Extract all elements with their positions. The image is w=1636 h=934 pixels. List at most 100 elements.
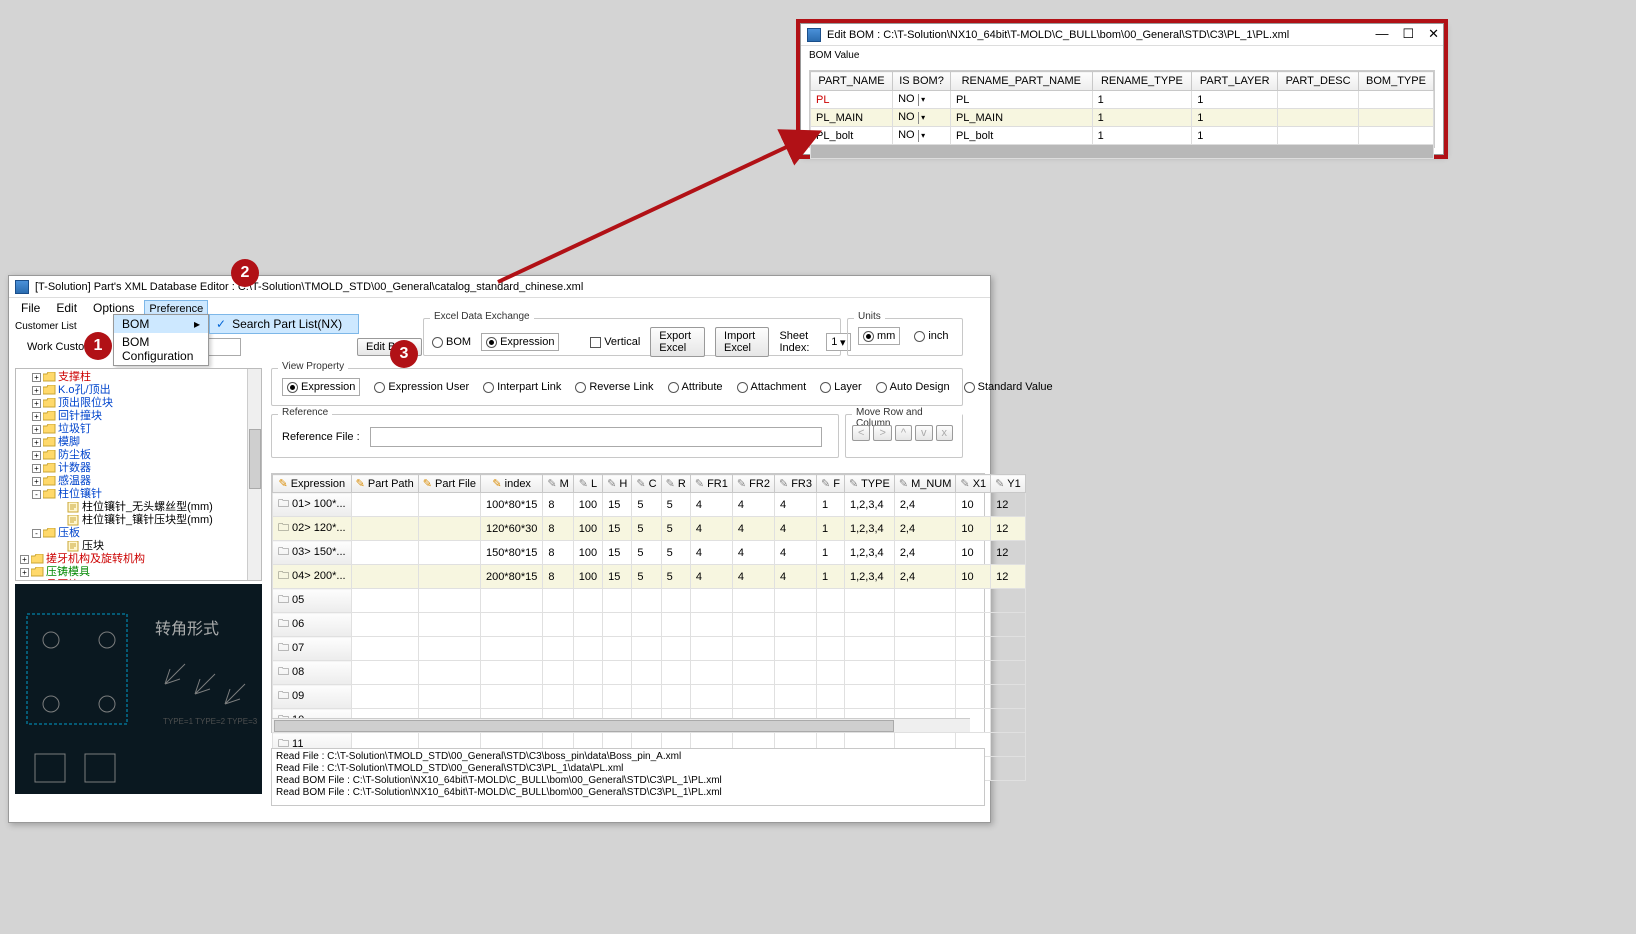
col-expression[interactable]: ✎ Expression bbox=[273, 475, 352, 493]
move-delete-button[interactable]: x bbox=[936, 425, 954, 441]
radio-mm[interactable]: mm bbox=[858, 327, 900, 345]
tree-item[interactable]: +计数器 bbox=[20, 462, 257, 475]
radio-vp-attachment[interactable]: Attachment bbox=[737, 378, 807, 396]
radio-inch[interactable]: inch bbox=[914, 327, 948, 345]
tree-scrollbar[interactable] bbox=[247, 369, 261, 580]
tree-scroll-thumb[interactable] bbox=[249, 429, 261, 489]
move-left-button[interactable]: < bbox=[852, 425, 870, 441]
table-row[interactable]: 🗀 04> 200*...200*80*158100155544411,2,3,… bbox=[273, 565, 1026, 589]
col-m_num[interactable]: ✎ M_NUM bbox=[894, 475, 956, 493]
expand-icon[interactable]: + bbox=[32, 464, 41, 473]
tree-item[interactable]: +防尘板 bbox=[20, 449, 257, 462]
main-titlebar[interactable]: [T-Solution] Part's XML Database Editor … bbox=[9, 276, 990, 298]
tree-item[interactable]: +搓牙机构及旋转机构 bbox=[20, 553, 257, 566]
bom-titlebar[interactable]: Edit BOM : C:\T-Solution\NX10_64bit\T-MO… bbox=[801, 24, 1443, 46]
radio-vp-reverse-link[interactable]: Reverse Link bbox=[575, 378, 653, 396]
table-row[interactable]: 🗀 09 bbox=[273, 685, 1026, 709]
grid-hscroll-thumb[interactable] bbox=[274, 720, 894, 732]
radio-vp-expression[interactable]: Expression bbox=[282, 378, 360, 396]
col-x1[interactable]: ✎ X1 bbox=[956, 475, 991, 493]
menu-file[interactable]: File bbox=[15, 300, 46, 318]
col-l[interactable]: ✎ L bbox=[573, 475, 602, 493]
collapse-icon[interactable]: - bbox=[32, 529, 41, 538]
expand-icon[interactable]: + bbox=[32, 477, 41, 486]
expand-icon[interactable]: + bbox=[32, 425, 41, 434]
col-f[interactable]: ✎ F bbox=[817, 475, 845, 493]
bom-col-bom_type[interactable]: BOM_TYPE bbox=[1358, 72, 1433, 91]
close-button[interactable]: ✕ bbox=[1428, 26, 1439, 42]
bom-col-is bom?[interactable]: IS BOM? bbox=[893, 72, 951, 91]
col-m[interactable]: ✎ M bbox=[543, 475, 573, 493]
import-excel-button[interactable]: Import Excel bbox=[715, 327, 769, 357]
bom-col-rename_part_name[interactable]: RENAME_PART_NAME bbox=[950, 72, 1092, 91]
tree-item[interactable]: +回针撞块 bbox=[20, 410, 257, 423]
bom-row[interactable]: PL_boltNO ▾PL_bolt11 bbox=[811, 127, 1434, 145]
tree-item[interactable]: +模脚 bbox=[20, 436, 257, 449]
radio-vp-auto-design[interactable]: Auto Design bbox=[876, 378, 950, 396]
expand-icon[interactable]: + bbox=[32, 451, 41, 460]
table-row[interactable]: 🗀 07 bbox=[273, 637, 1026, 661]
radio-excel-bom[interactable]: BOM bbox=[432, 336, 471, 348]
col-type[interactable]: ✎ TYPE bbox=[845, 475, 895, 493]
dd-bom[interactable]: BOM▸ bbox=[114, 315, 208, 333]
col-fr1[interactable]: ✎ FR1 bbox=[690, 475, 732, 493]
tree-item[interactable]: 柱位镶针_无头螺丝型(mm) bbox=[20, 501, 257, 514]
col-part-file[interactable]: ✎ Part File bbox=[418, 475, 480, 493]
col-r[interactable]: ✎ R bbox=[661, 475, 690, 493]
radio-vp-expression-user[interactable]: Expression User bbox=[374, 378, 469, 396]
tree-item[interactable]: +K.o孔/顶出 bbox=[20, 384, 257, 397]
expand-icon[interactable]: + bbox=[20, 555, 29, 564]
collapse-icon[interactable]: - bbox=[32, 490, 41, 499]
table-row[interactable]: 🗀 02> 120*...120*60*308100155544411,2,3,… bbox=[273, 517, 1026, 541]
col-c[interactable]: ✎ C bbox=[632, 475, 661, 493]
data-grid[interactable]: ✎ Expression✎ Part Path✎ Part File✎ inde… bbox=[271, 473, 985, 733]
radio-vp-attribute[interactable]: Attribute bbox=[668, 378, 723, 396]
col-fr2[interactable]: ✎ FR2 bbox=[732, 475, 774, 493]
chevron-down-icon[interactable]: ▾ bbox=[918, 94, 928, 106]
chevron-down-icon[interactable]: ▾ bbox=[918, 130, 928, 142]
radio-excel-expression[interactable]: Expression bbox=[481, 333, 559, 351]
tree-item[interactable]: +顶出限位块 bbox=[20, 397, 257, 410]
col-index[interactable]: ✎ index bbox=[480, 475, 542, 493]
col-h[interactable]: ✎ H bbox=[603, 475, 632, 493]
table-row[interactable]: 🗀 05 bbox=[273, 589, 1026, 613]
tree-item[interactable]: -柱位镶针 bbox=[20, 488, 257, 501]
reference-file-field[interactable] bbox=[370, 427, 822, 447]
table-row[interactable]: 🗀 01> 100*...100*80*158100155544411,2,3,… bbox=[273, 493, 1026, 517]
tree-item[interactable]: +感温器 bbox=[20, 475, 257, 488]
table-row[interactable]: 🗀 03> 150*...150*80*158100155544411,2,3,… bbox=[273, 541, 1026, 565]
expand-icon[interactable]: + bbox=[32, 438, 41, 447]
bom-col-part_layer[interactable]: PART_LAYER bbox=[1192, 72, 1278, 91]
tree-item[interactable]: +承压块 bbox=[20, 579, 257, 581]
expand-icon[interactable]: + bbox=[32, 386, 41, 395]
table-row[interactable]: 🗀 08 bbox=[273, 661, 1026, 685]
expand-icon[interactable]: + bbox=[20, 568, 29, 577]
expand-icon[interactable]: + bbox=[32, 399, 41, 408]
bom-grid[interactable]: PART_NAMEIS BOM?RENAME_PART_NAMERENAME_T… bbox=[809, 70, 1435, 148]
table-row[interactable]: 🗀 06 bbox=[273, 613, 1026, 637]
bom-col-rename_type[interactable]: RENAME_TYPE bbox=[1092, 72, 1192, 91]
chk-vertical[interactable]: Vertical bbox=[590, 336, 640, 348]
minimize-button[interactable]: — bbox=[1375, 26, 1388, 42]
col-y1[interactable]: ✎ Y1 bbox=[991, 475, 1026, 493]
tree-item[interactable]: +垃圾钉 bbox=[20, 423, 257, 436]
dd-search-partlist[interactable]: ✓ Search Part List(NX) bbox=[209, 314, 359, 334]
bom-col-part_desc[interactable]: PART_DESC bbox=[1278, 72, 1359, 91]
tree-item[interactable]: -压板 bbox=[20, 527, 257, 540]
radio-vp-standard-value[interactable]: Standard Value bbox=[964, 378, 1053, 396]
radio-vp-interpart-link[interactable]: Interpart Link bbox=[483, 378, 561, 396]
bom-row[interactable]: PL_MAINNO ▾PL_MAIN11 bbox=[811, 109, 1434, 127]
expand-icon[interactable]: + bbox=[32, 412, 41, 421]
bom-row[interactable]: PLNO ▾PL11 bbox=[811, 91, 1434, 109]
maximize-button[interactable]: ☐ bbox=[1402, 26, 1414, 42]
grid-hscrollbar[interactable] bbox=[272, 718, 970, 732]
col-part-path[interactable]: ✎ Part Path bbox=[351, 475, 418, 493]
tree-item[interactable]: 柱位镶针_镶针压块型(mm) bbox=[20, 514, 257, 527]
dd-bom-config[interactable]: BOM Configuration bbox=[114, 333, 208, 365]
export-excel-button[interactable]: Export Excel bbox=[650, 327, 705, 357]
col-fr3[interactable]: ✎ FR3 bbox=[774, 475, 816, 493]
chevron-down-icon[interactable]: ▾ bbox=[918, 112, 928, 124]
menu-edit[interactable]: Edit bbox=[50, 300, 83, 318]
radio-vp-layer[interactable]: Layer bbox=[820, 378, 862, 396]
move-up-button[interactable]: ^ bbox=[895, 425, 912, 441]
